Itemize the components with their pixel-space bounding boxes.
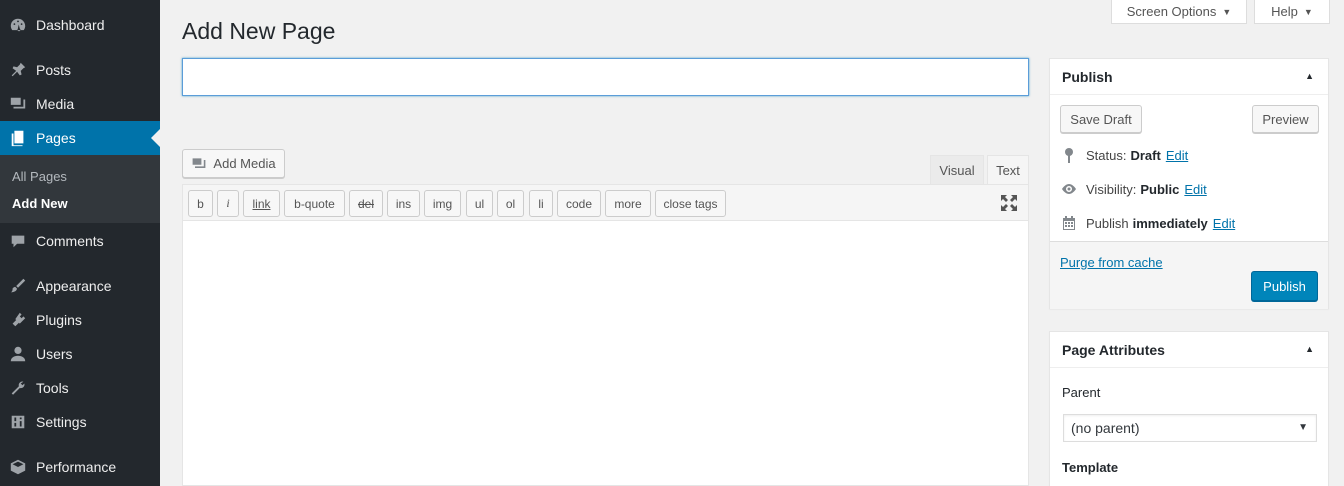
- tab-text[interactable]: Text: [987, 155, 1029, 185]
- status-value: Draft: [1130, 147, 1161, 163]
- chevron-down-icon: ▼: [1303, 6, 1313, 17]
- publish-actions: Purge from cache Publish: [1050, 241, 1328, 309]
- editor-area: b i link b-quote del ins img ul ol li co…: [182, 184, 1029, 486]
- sidebar-item-label: Posts: [36, 62, 72, 78]
- sidebar-item-performance[interactable]: Performance: [0, 450, 160, 484]
- sidebar-item-label: Plugins: [36, 312, 82, 328]
- submenu-item-add-new[interactable]: Add New: [12, 196, 68, 211]
- comment-icon: [8, 231, 28, 251]
- publish-box-header[interactable]: Publish ▲: [1050, 59, 1328, 95]
- status-row: Status: Draft Edit: [1060, 146, 1188, 164]
- sidebar-item-pages[interactable]: Pages: [0, 121, 160, 155]
- sidebar-item-comments[interactable]: Comments: [0, 224, 160, 258]
- page-attributes-header[interactable]: Page Attributes ▲: [1050, 332, 1328, 368]
- media-icon: [8, 94, 28, 114]
- quicktag-li-button[interactable]: li: [529, 190, 553, 217]
- calendar-icon: [1060, 214, 1078, 232]
- collapse-arrow-icon[interactable]: ▲: [1305, 71, 1314, 81]
- fullscreen-icon[interactable]: [1000, 194, 1018, 212]
- publish-button[interactable]: Publish: [1251, 271, 1318, 301]
- quicktag-del-button[interactable]: del: [349, 190, 383, 217]
- publish-box: Publish ▲ Save Draft Preview Status: Dra…: [1049, 58, 1329, 309]
- collapse-arrow-icon[interactable]: ▲: [1305, 344, 1314, 354]
- add-media-label: Add Media: [213, 156, 276, 171]
- submenu-item-all-pages[interactable]: All Pages: [12, 169, 67, 184]
- sidebar-item-posts[interactable]: Posts: [0, 53, 160, 87]
- plugin-icon: [8, 310, 28, 330]
- help-button[interactable]: Help ▼: [1254, 0, 1330, 24]
- pages-submenu: All Pages Add New: [0, 155, 160, 223]
- visibility-row: Visibility: Public Edit: [1060, 180, 1207, 198]
- pin-icon: [1060, 146, 1078, 164]
- media-icon: [191, 156, 207, 172]
- page-attributes-box: Page Attributes ▲ Parent (no parent) ▼ T…: [1049, 331, 1329, 486]
- brush-icon: [8, 276, 28, 296]
- edit-visibility-link[interactable]: Edit: [1184, 182, 1206, 197]
- quicktag-b-button[interactable]: b: [188, 190, 213, 217]
- sidebar-item-label: Performance: [36, 459, 117, 475]
- purge-cache-link[interactable]: Purge from cache: [1060, 255, 1163, 270]
- sidebar-item-settings[interactable]: Settings: [0, 405, 160, 439]
- sidebar-item-label: Tools: [36, 380, 69, 396]
- publish-timing-value: immediately: [1132, 215, 1208, 231]
- screen-options-button[interactable]: Screen Options ▼: [1111, 0, 1247, 24]
- sidebar-item-users[interactable]: Users: [0, 337, 160, 371]
- performance-icon: [8, 457, 28, 477]
- pages-icon: [8, 128, 28, 148]
- quicktag-more-button[interactable]: more: [605, 190, 651, 217]
- status-label: Status:: [1086, 147, 1127, 163]
- template-label: Template: [1062, 460, 1119, 475]
- sidebar-item-appearance[interactable]: Appearance: [0, 269, 160, 303]
- publish-box-title: Publish: [1062, 69, 1113, 85]
- publish-label: Publish: [1086, 215, 1129, 231]
- quicktags-toolbar: b i link b-quote del ins img ul ol li co…: [183, 185, 1028, 221]
- sidebar-item-tools[interactable]: Tools: [0, 371, 160, 405]
- sidebar-item-label: Comments: [36, 233, 104, 249]
- sidebar-item-label: Pages: [36, 130, 76, 146]
- quicktag-code-button[interactable]: code: [557, 190, 601, 217]
- quicktag-bquote-button[interactable]: b-quote: [284, 190, 345, 217]
- quicktag-ul-button[interactable]: ul: [466, 190, 493, 217]
- help-label: Help: [1271, 4, 1298, 19]
- quicktag-img-button[interactable]: img: [424, 190, 461, 217]
- parent-select[interactable]: (no parent) ▼: [1063, 414, 1317, 442]
- parent-select-value: (no parent): [1071, 420, 1140, 436]
- preview-button[interactable]: Preview: [1252, 105, 1319, 133]
- edit-schedule-link[interactable]: Edit: [1213, 216, 1235, 231]
- settings-icon: [8, 412, 28, 432]
- chevron-down-icon: ▼: [1298, 422, 1308, 433]
- sidebar-item-label: Appearance: [36, 278, 112, 294]
- schedule-row: Publish immediately Edit: [1060, 214, 1235, 232]
- quicktag-ol-button[interactable]: ol: [497, 190, 524, 217]
- page-title: Add New Page: [182, 18, 336, 44]
- sidebar-item-label: Dashboard: [36, 17, 105, 33]
- quicktag-i-button[interactable]: i: [217, 190, 239, 217]
- user-icon: [8, 344, 28, 364]
- add-media-button[interactable]: Add Media: [182, 149, 285, 178]
- screen-options-label: Screen Options: [1126, 4, 1217, 19]
- tab-visual[interactable]: Visual: [930, 155, 984, 185]
- parent-label: Parent: [1062, 385, 1101, 400]
- sidebar-item-dashboard[interactable]: Dashboard: [0, 8, 160, 42]
- edit-status-link[interactable]: Edit: [1166, 148, 1188, 163]
- wrench-icon: [8, 378, 28, 398]
- visibility-value: Public: [1140, 181, 1180, 197]
- quicktag-close-tags-button[interactable]: close tags: [655, 190, 726, 217]
- visibility-label: Visibility:: [1086, 181, 1137, 197]
- page-attributes-title: Page Attributes: [1062, 342, 1165, 358]
- sidebar-item-label: Settings: [36, 414, 87, 430]
- admin-sidebar: Dashboard Posts Media Pages All Pages Ad…: [0, 0, 160, 486]
- quicktag-link-button[interactable]: link: [243, 190, 280, 217]
- page-title-input[interactable]: [182, 58, 1029, 96]
- dashboard-icon: [8, 15, 28, 35]
- sidebar-item-label: Media: [36, 96, 75, 112]
- chevron-down-icon: ▼: [1222, 6, 1232, 17]
- pin-icon: [8, 60, 28, 80]
- sidebar-item-media[interactable]: Media: [0, 87, 160, 121]
- save-draft-button[interactable]: Save Draft: [1060, 105, 1142, 133]
- quicktag-ins-button[interactable]: ins: [387, 190, 420, 217]
- eye-icon: [1060, 180, 1078, 198]
- sidebar-item-label: Users: [36, 346, 73, 362]
- sidebar-item-plugins[interactable]: Plugins: [0, 303, 160, 337]
